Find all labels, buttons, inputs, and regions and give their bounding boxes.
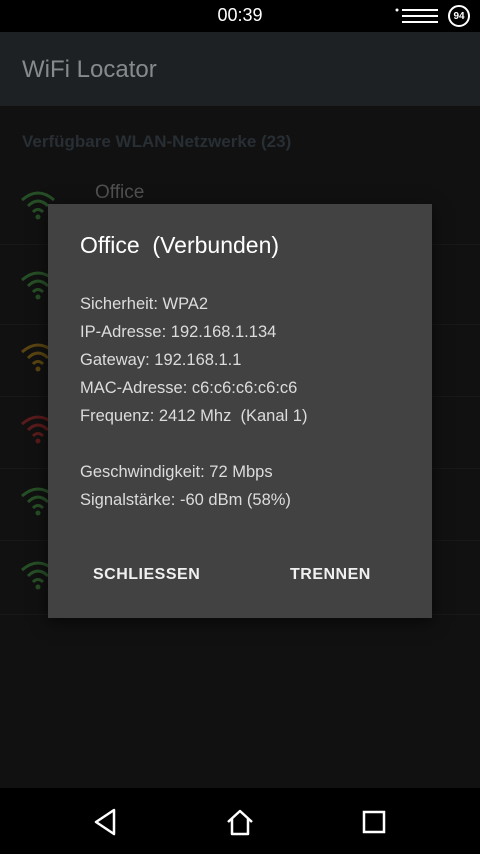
signal-icon (395, 8, 438, 23)
mac-address-text: MAC-Adresse: c6:c6:c6:c6:c6 (80, 379, 298, 397)
network-details-dialog: Office (Verbunden) Sicherheit: WPA2 IP-A… (48, 204, 432, 618)
back-icon[interactable] (90, 806, 122, 838)
gateway-text: Gateway: 192.168.1.1 (80, 351, 242, 369)
ip-address-text: IP-Adresse: 192.168.1.134 (80, 323, 277, 341)
disconnect-button[interactable]: TRENNEN (290, 566, 371, 584)
security-text: Sicherheit: WPA2 (80, 295, 209, 313)
dialog-details: Sicherheit: WPA2 IP-Adresse: 192.168.1.1… (80, 290, 307, 514)
navigation-bar (0, 788, 480, 854)
speed-text: Geschwindigkeit: 72 Mbps (80, 463, 273, 481)
status-bar: 00:39 94 (0, 0, 480, 32)
status-icons: 94 (394, 4, 470, 28)
signal-strength-text: Signalstärke: -60 dBm (58%) (80, 491, 291, 509)
battery-icon: 94 (448, 5, 470, 27)
home-icon[interactable] (224, 806, 256, 838)
close-button[interactable]: SCHLIESSEN (93, 566, 200, 584)
recents-icon[interactable] (358, 806, 390, 838)
frequency-text: Frequenz: 2412 Mhz (Kanal 1) (80, 407, 308, 425)
dialog-title: Office (Verbunden) (80, 232, 280, 258)
